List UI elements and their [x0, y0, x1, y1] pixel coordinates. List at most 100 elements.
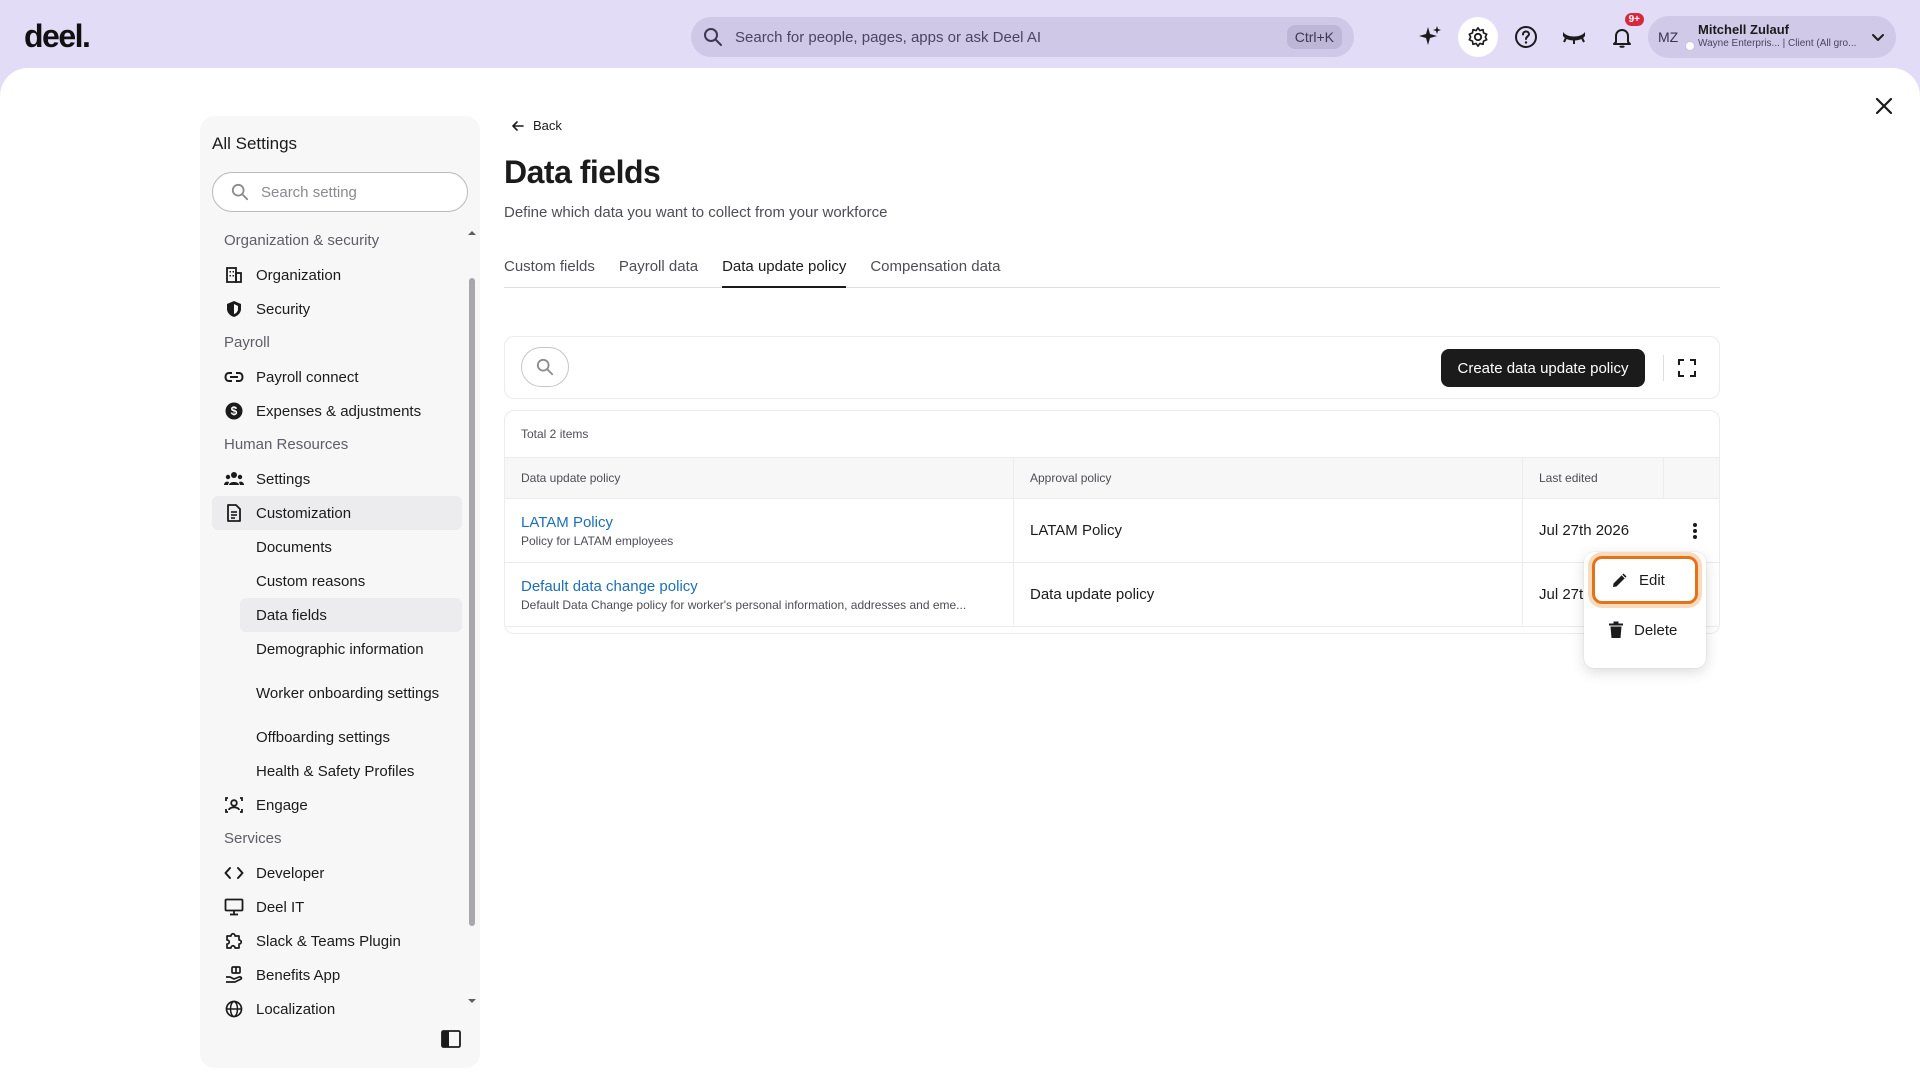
document-icon: [224, 503, 244, 523]
tab-custom-fields[interactable]: Custom fields: [504, 256, 595, 288]
create-policy-button[interactable]: Create data update policy: [1441, 349, 1645, 387]
column-divider: [1522, 457, 1523, 625]
gear-icon: [1468, 27, 1488, 47]
section-organization-security: Organization & security: [224, 232, 380, 249]
engage-icon: [224, 795, 244, 815]
sidebar-subitem-documents[interactable]: Documents: [212, 530, 462, 564]
people-icon: [224, 469, 244, 489]
sidebar-item-organization[interactable]: Organization: [212, 258, 462, 292]
row-actions-menu: Edit Delete: [1584, 552, 1706, 668]
sidebar-subitem-data-fields[interactable]: Data fields: [240, 598, 462, 632]
tab-payroll-data[interactable]: Payroll data: [619, 256, 698, 288]
edit-label: Edit: [1639, 571, 1665, 589]
policy-description: Policy for LATAM employees: [521, 533, 674, 548]
section-human-resources: Human Resources: [224, 436, 349, 453]
chevron-down-icon: [1872, 34, 1884, 41]
sidebar-item-security[interactable]: Security: [212, 292, 462, 326]
sidebar-scrollbar[interactable]: [469, 278, 475, 926]
sidebar-item-developer[interactable]: Developer: [212, 856, 462, 890]
page-subtitle: Define which data you want to collect fr…: [504, 204, 888, 221]
delete-menu-item[interactable]: Delete: [1592, 606, 1698, 654]
table-search-button[interactable]: [521, 347, 569, 387]
sidebar-search-input[interactable]: Search setting: [212, 172, 468, 212]
sidebar-subitem-demographic[interactable]: Demographic information: [212, 632, 462, 666]
scroll-down-icon[interactable]: [467, 996, 477, 1006]
deel-logo[interactable]: deel.: [24, 18, 91, 55]
fullscreen-button[interactable]: [1675, 356, 1699, 380]
search-shortcut: Ctrl+K: [1286, 25, 1342, 49]
sidebar-item-settings[interactable]: Settings: [212, 462, 462, 496]
sidebar-search-placeholder: Search setting: [261, 183, 357, 201]
column-header-last-edited: Last edited: [1539, 471, 1598, 485]
search-icon: [231, 183, 249, 201]
sidebar-item-payroll-connect[interactable]: Payroll connect: [212, 360, 462, 394]
arrow-left-icon: [512, 120, 524, 131]
help-icon: [1515, 26, 1537, 48]
sidebar-collapse-button[interactable]: [440, 1028, 462, 1050]
close-icon: [1875, 97, 1893, 115]
page-title: Data fields: [504, 154, 661, 190]
ai-sparkle-button[interactable]: [1410, 17, 1450, 57]
policy-name-link[interactable]: Default data change policy: [521, 578, 1013, 595]
table-row[interactable]: LATAM Policy Policy for LATAM employees …: [505, 499, 1719, 563]
sidebar-item-label: Organization: [256, 266, 342, 284]
sidebar-item-engage[interactable]: Engage: [212, 788, 462, 822]
search-placeholder: Search for people, pages, apps or ask De…: [735, 28, 1042, 46]
sidebar-item-label: Localization: [256, 1000, 336, 1018]
help-button[interactable]: [1506, 17, 1546, 57]
settings-sidebar: All Settings Search setting Organization…: [200, 116, 480, 1068]
policy-cell: LATAM Policy Policy for LATAM employees: [505, 499, 1013, 562]
section-services: Services: [224, 830, 282, 847]
back-link[interactable]: Back: [511, 118, 562, 133]
sidebar-item-deel-it[interactable]: Deel IT: [212, 890, 462, 924]
bell-icon: [1613, 29, 1631, 48]
code-icon: [224, 863, 244, 883]
sidebar-item-label: Security: [256, 300, 311, 318]
trash-icon: [1609, 621, 1623, 638]
policy-name-link[interactable]: LATAM Policy: [521, 514, 1013, 531]
section-payroll: Payroll: [224, 334, 270, 351]
user-menu[interactable]: MZ Mitchell Zulauf Wayne Enterpris... | …: [1648, 16, 1896, 58]
sidebar-item-customization[interactable]: Customization: [212, 496, 462, 530]
sidebar-item-expenses[interactable]: $ Expenses & adjustments: [212, 394, 462, 428]
sidebar-item-label: Developer: [256, 864, 325, 882]
approval-cell: LATAM Policy: [1014, 499, 1522, 562]
sidebar-item-label: Slack & Teams Plugin: [256, 932, 401, 950]
benefits-icon: [224, 965, 244, 985]
monitor-icon: [224, 897, 244, 917]
sidebar-item-label: Engage: [256, 796, 308, 814]
search-icon: [704, 28, 722, 46]
sleep-mode-button[interactable]: [1554, 17, 1594, 57]
column-header-policy: Data update policy: [521, 471, 621, 485]
policies-table: Total 2 items Data update policy Approva…: [504, 410, 1720, 634]
table-row[interactable]: Default data change policy Default Data …: [505, 563, 1719, 627]
user-info: Mitchell Zulauf Wayne Enterpris... | Cli…: [1698, 23, 1870, 51]
row-actions-button[interactable]: [1683, 519, 1707, 543]
tab-compensation-data[interactable]: Compensation data: [870, 256, 1000, 288]
sidebar-subitem-health-safety[interactable]: Health & Safety Profiles: [212, 754, 462, 788]
edit-menu-item[interactable]: Edit: [1592, 556, 1698, 604]
sidebar-item-label: Payroll connect: [256, 368, 359, 386]
sidebar-subitem-worker-onboarding[interactable]: Worker onboarding settings: [212, 666, 462, 720]
tab-bar: Custom fields Payroll data Data update p…: [504, 256, 1720, 288]
settings-button[interactable]: [1458, 17, 1498, 57]
delete-label: Delete: [1634, 621, 1678, 639]
close-button[interactable]: [1870, 92, 1898, 120]
notifications-button[interactable]: 9+: [1602, 13, 1644, 57]
sidebar-nav: Organization & security Organization Sec…: [212, 224, 462, 1018]
avatar: MZ: [1658, 29, 1695, 51]
more-vertical-icon: [1693, 523, 1697, 539]
sidebar-item-benefits-app[interactable]: Benefits App: [212, 958, 462, 992]
status-dot: [1685, 41, 1695, 51]
expand-icon: [1678, 359, 1696, 377]
sidebar-item-slack-teams[interactable]: Slack & Teams Plugin: [212, 924, 462, 958]
panel-toggle-icon: [441, 1030, 461, 1048]
sidebar-item-label: Deel IT: [256, 898, 305, 916]
scroll-up-icon[interactable]: [467, 228, 477, 238]
closed-eye-icon: [1563, 32, 1585, 44]
global-search-input[interactable]: Search for people, pages, apps or ask De…: [691, 17, 1354, 57]
sidebar-subitem-offboarding[interactable]: Offboarding settings: [212, 720, 462, 754]
sidebar-subitem-custom-reasons[interactable]: Custom reasons: [212, 564, 462, 598]
sidebar-item-localization[interactable]: Localization: [212, 992, 462, 1018]
tab-data-update-policy[interactable]: Data update policy: [722, 256, 847, 288]
